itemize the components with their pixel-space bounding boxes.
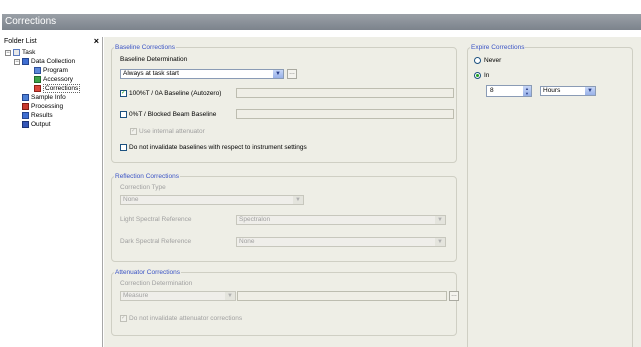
- use-internal-attenuator-label: Use internal attenuator: [139, 128, 205, 135]
- spin-arrows-icon[interactable]: ▲ ▼: [523, 86, 531, 96]
- tree-item-accessory[interactable]: Accessory: [34, 75, 73, 84]
- tree-item-output[interactable]: Output: [22, 120, 51, 129]
- chevron-down-icon[interactable]: ▼: [585, 87, 595, 95]
- blocked-beam-checkbox[interactable]: [120, 111, 127, 118]
- attenuator-corrections-title: Attenuator Corrections: [114, 268, 182, 277]
- baseline-determination-browse-button[interactable]: …: [287, 69, 297, 79]
- folder-list-panel: Folder List × − Task − Data Collection P…: [2, 36, 103, 347]
- autozero-field[interactable]: [236, 88, 454, 98]
- close-icon[interactable]: ×: [94, 36, 99, 46]
- do-not-invalidate-attenuator-label: Do not invalidate attenuator corrections: [129, 315, 243, 322]
- chevron-down-icon[interactable]: ▼: [435, 238, 445, 246]
- data-collection-icon: [22, 57, 29, 65]
- reflection-corrections-group: Reflection Corrections Correction Type N…: [111, 172, 457, 262]
- chevron-down-icon[interactable]: ▼: [293, 196, 303, 204]
- dark-spectral-reference-dropdown[interactable]: None ▼: [236, 237, 446, 247]
- blocked-beam-field[interactable]: [236, 109, 454, 119]
- correction-type-label: Correction Type: [120, 184, 166, 191]
- baseline-determination-label: Baseline Determination: [120, 56, 188, 63]
- blocked-beam-label: 0%T / Blocked Beam Baseline: [129, 111, 217, 118]
- reflection-corrections-title: Reflection Corrections: [114, 172, 180, 181]
- do-not-invalidate-attenuator-checkbox[interactable]: ✓: [120, 315, 127, 322]
- tree-item-results[interactable]: Results: [22, 111, 53, 120]
- corrections-panel: Baseline Corrections Baseline Determinat…: [104, 37, 641, 347]
- folder-list-title: Folder List: [4, 38, 37, 45]
- correction-determination-browse-button[interactable]: …: [449, 291, 459, 301]
- tree-item-corrections[interactable]: Corrections: [34, 84, 81, 93]
- light-spectral-reference-dropdown[interactable]: Spectralon ▼: [236, 215, 446, 225]
- expire-never-radio[interactable]: [474, 57, 481, 64]
- sample-info-icon: [22, 93, 29, 101]
- baseline-corrections-group: Baseline Corrections Baseline Determinat…: [111, 43, 457, 163]
- chevron-down-icon[interactable]: ▼: [435, 216, 445, 224]
- collapse-task-icon[interactable]: −: [5, 50, 11, 56]
- do-not-invalidate-baselines-label: Do not invalidate baselines with respect…: [129, 144, 307, 151]
- tree-item-sample-info[interactable]: Sample Info: [22, 93, 66, 102]
- corrections-icon: [34, 84, 41, 92]
- expire-never-label: Never: [484, 57, 502, 64]
- expire-corrections-title: Expire Corrections: [470, 43, 526, 52]
- correction-determination-label: Correction Determination: [120, 280, 193, 287]
- tree-item-data-collection[interactable]: Data Collection: [22, 57, 75, 66]
- tree-item-program[interactable]: Program: [34, 66, 68, 75]
- expire-corrections-group: Expire Corrections Never In 8 ▲ ▼ Hours ▼: [467, 43, 633, 347]
- dark-spectral-reference-label: Dark Spectral Reference: [120, 238, 192, 245]
- folder-list-header: Folder List ×: [2, 36, 102, 47]
- expire-unit-dropdown[interactable]: Hours ▼: [540, 86, 596, 96]
- results-icon: [22, 111, 29, 119]
- autozero-label: 100%T / 0A Baseline (Autozero): [129, 90, 222, 97]
- task-icon: [13, 48, 20, 56]
- collapse-data-collection-icon[interactable]: −: [14, 59, 20, 65]
- program-icon: [34, 66, 41, 74]
- baseline-corrections-title: Baseline Corrections: [114, 43, 176, 52]
- tree-item-task[interactable]: Task: [13, 48, 35, 57]
- window-title: Corrections: [2, 14, 641, 30]
- expire-amount-stepper[interactable]: 8 ▲ ▼: [486, 85, 532, 97]
- processing-icon: [22, 102, 29, 110]
- correction-determination-field[interactable]: [237, 291, 447, 301]
- correction-determination-dropdown[interactable]: Measure ▼: [120, 291, 236, 301]
- accessory-icon: [34, 75, 41, 83]
- attenuator-corrections-group: Attenuator Corrections Correction Determ…: [111, 268, 459, 336]
- autozero-checkbox[interactable]: ✓: [120, 90, 127, 97]
- light-spectral-reference-label: Light Spectral Reference: [120, 216, 192, 223]
- chevron-down-icon[interactable]: ▼: [225, 292, 235, 300]
- use-internal-attenuator-checkbox[interactable]: ✓: [130, 128, 137, 135]
- chevron-down-icon[interactable]: ▼: [273, 70, 283, 78]
- correction-type-dropdown[interactable]: None ▼: [120, 195, 304, 205]
- expire-in-label: In: [484, 72, 490, 79]
- do-not-invalidate-baselines-checkbox[interactable]: [120, 144, 127, 151]
- expire-in-radio[interactable]: [474, 72, 481, 79]
- output-icon: [22, 120, 29, 128]
- tree-item-processing[interactable]: Processing: [22, 102, 63, 111]
- baseline-determination-dropdown[interactable]: Always at task start ▼: [120, 69, 284, 79]
